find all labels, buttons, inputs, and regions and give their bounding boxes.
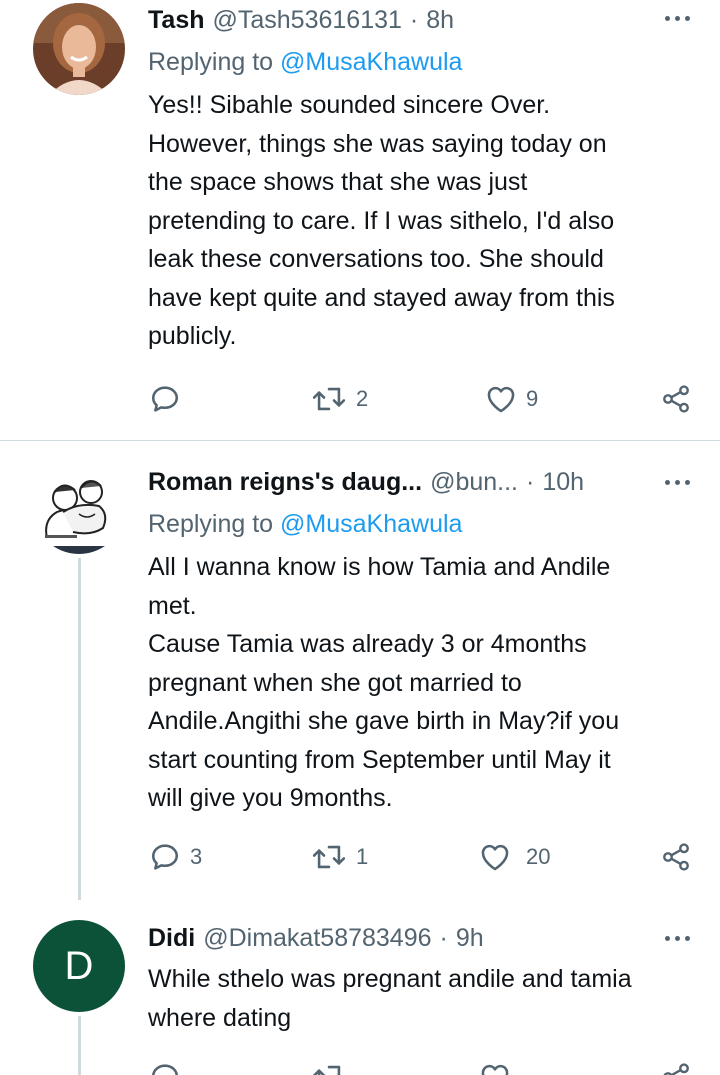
timestamp[interactable]: 8h (426, 6, 454, 35)
action-bar (148, 1060, 720, 1075)
text-line: publicly. (148, 322, 237, 350)
tweet-text: All I wanna know is how Tamia and Andile… (148, 548, 708, 818)
reply-icon (151, 844, 179, 870)
retweet-icon (312, 387, 346, 411)
thread-connector (78, 1016, 81, 1075)
share-icon (663, 843, 689, 871)
like-icon (481, 844, 509, 871)
retweet-button[interactable] (310, 1060, 348, 1075)
share-icon (663, 1063, 689, 1075)
tweet-roman-reigns-daughter[interactable]: Roman reigns's daug... @bun... · 10h Rep… (0, 460, 720, 900)
text-line: the space shows that she was just (148, 168, 528, 196)
replying-to-label: Replying to (148, 48, 274, 76)
text-line: have kept quite and stayed away from thi… (148, 283, 615, 312)
avatar-letter: D (64, 943, 94, 988)
retweet-icon (312, 845, 346, 869)
tweet-header: Didi @Dimakat58783496 · 9h (148, 918, 720, 958)
share-button[interactable] (660, 382, 692, 416)
text-line: Cause Tamia was already 3 or 4months (148, 630, 587, 658)
text-line: While sthelo was pregnant andile and tam… (148, 965, 632, 993)
avatar-didi[interactable]: D (33, 920, 125, 1012)
text-line: met. (148, 591, 197, 620)
author-handle[interactable]: @Dimakat58783496 (203, 924, 431, 953)
reply-mention[interactable]: @MusaKhawula (280, 48, 462, 76)
like-button[interactable] (478, 1060, 512, 1075)
tweet-header: Roman reigns's daug... @bun... · 10h (148, 462, 720, 502)
text-line: start counting from September until May … (148, 745, 611, 774)
action-bar: 3 1 20 (148, 840, 720, 876)
avatar-tash[interactable] (33, 3, 125, 95)
more-icon[interactable] (665, 480, 690, 485)
reply-count: 3 (190, 844, 203, 869)
retweet-icon (312, 1065, 341, 1075)
like-count: 20 (526, 844, 551, 869)
retweet-button[interactable]: 2 (310, 382, 368, 416)
reply-mention[interactable]: @MusaKhawula (280, 510, 462, 538)
more-icon[interactable] (665, 936, 690, 941)
retweet-button[interactable]: 1 (310, 840, 368, 874)
text-line: Andile.Angithi she gave birth in May?if … (148, 707, 620, 735)
author-handle[interactable]: @bun... (430, 468, 518, 497)
timestamp[interactable]: 10h (542, 468, 584, 497)
reply-button[interactable]: 3 (148, 840, 202, 874)
thread-connector (78, 558, 81, 900)
text-line: However, things she was saying today on (148, 129, 607, 158)
avatar-roman[interactable] (33, 462, 125, 554)
divider (0, 440, 720, 441)
separator-dot: · (526, 467, 535, 496)
text-line: leak these conversations too. She should (148, 245, 604, 273)
share-icon (663, 385, 689, 413)
tweet-tash[interactable]: Tash @Tash53616131 · 8h Replying to @Mus… (0, 0, 720, 440)
text-line: Yes!! Sibahle sounded sincere Over. (148, 91, 551, 119)
author-name[interactable]: Didi (148, 924, 195, 953)
tweet-text: While sthelo was pregnant andile and tam… (148, 960, 708, 1037)
text-line: will give you 9months. (148, 784, 393, 812)
action-bar: 2 9 (148, 382, 720, 418)
tweet-header: Tash @Tash53616131 · 8h (148, 0, 720, 40)
like-icon (487, 386, 515, 413)
reply-button[interactable] (148, 1060, 182, 1075)
like-icon (481, 1064, 509, 1075)
separator-dot: · (409, 5, 419, 34)
replying-to: Replying to @MusaKhawula (148, 510, 462, 539)
separator-dot: · (439, 923, 448, 952)
like-button[interactable]: 20 (478, 840, 550, 874)
timestamp[interactable]: 9h (456, 924, 484, 953)
text-line: pregnant when she got married to (148, 668, 522, 697)
text-line: where dating (148, 1003, 292, 1032)
replying-to-label: Replying to (148, 510, 274, 538)
tweet-text: Yes!! Sibahle sounded sincere Over. Howe… (148, 86, 708, 356)
like-button[interactable]: 9 (484, 382, 538, 416)
text-line: All I wanna know is how Tamia and Andile (148, 553, 611, 581)
reply-button[interactable] (148, 382, 182, 416)
retweet-count: 1 (356, 844, 369, 869)
share-button[interactable] (660, 840, 692, 874)
tweet-didi[interactable]: D Didi @Dimakat58783496 · 9h While sthel… (0, 918, 720, 1075)
reply-icon (152, 1064, 178, 1075)
like-count: 9 (526, 386, 539, 411)
text-line: pretending to care. If I was sithelo, I'… (148, 206, 615, 235)
more-icon[interactable] (665, 16, 690, 21)
replying-to: Replying to @MusaKhawula (148, 48, 462, 77)
author-name[interactable]: Roman reigns's daug... (148, 468, 422, 497)
reply-icon (151, 386, 179, 412)
retweet-count: 2 (356, 386, 369, 411)
author-handle[interactable]: @Tash53616131 (213, 6, 402, 35)
share-button[interactable] (660, 1060, 692, 1075)
author-name[interactable]: Tash (148, 6, 205, 35)
